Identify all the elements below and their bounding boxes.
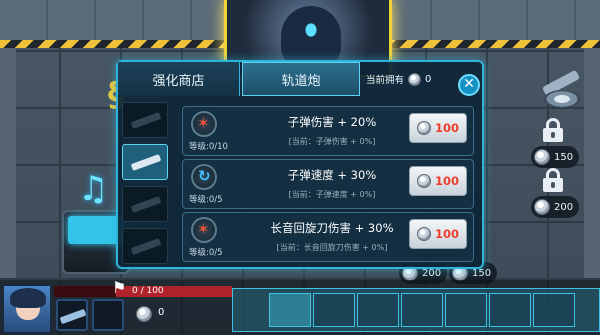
bullet-speed-icon: ↻ <box>191 164 217 190</box>
tab-railgun[interactable]: 轨道炮 <box>242 62 360 96</box>
flag-icon: ⚑ <box>112 278 127 297</box>
coin-icon <box>408 72 422 86</box>
coin-icon <box>534 199 550 215</box>
railgun-icon <box>59 308 87 325</box>
music-note-icon: ♫ <box>78 169 109 209</box>
owned-currency: 当前拥有 0 <box>366 72 432 86</box>
skill-slot[interactable] <box>445 293 487 327</box>
close-button[interactable]: ✕ <box>458 74 480 96</box>
upgrade-row-bullet-speed: ↻ 等级:0/5 子弹速度 + 30% [当前：子弹速度 + 0%] 100 <box>182 159 474 209</box>
shop-tab-bar: 强化商店 轨道炮 当前拥有 0 ✕ <box>118 62 482 98</box>
buy-button[interactable]: 100 <box>409 219 467 249</box>
turret-cost-1[interactable]: 150 <box>531 146 580 168</box>
skill-slot[interactable] <box>489 293 531 327</box>
skill-slot[interactable] <box>357 293 399 327</box>
turret-cost-2[interactable]: 200 <box>531 196 580 218</box>
coin-count: 0 <box>158 307 165 318</box>
upgrade-shop-panel: 强化商店 轨道炮 当前拥有 0 ✕ ✶ 等级:0/10 子弹伤害 + 20% [… <box>116 60 484 269</box>
player-avatar[interactable] <box>2 284 52 334</box>
skill-slot[interactable] <box>533 293 575 327</box>
weapon-item-3[interactable] <box>122 186 168 222</box>
weapon-slot-1[interactable] <box>56 299 88 331</box>
hp-text: 0 / 100 <box>132 286 164 296</box>
weapon-item-4[interactable] <box>122 228 168 264</box>
skill-bar <box>232 288 600 332</box>
upgrade-row-bullet-damage: ✶ 等级:0/10 子弹伤害 + 20% [当前：子弹伤害 + 0%] 100 <box>182 106 474 156</box>
tab-upgrade-shop[interactable]: 强化商店 <box>118 62 240 96</box>
weapon-slot-2[interactable] <box>92 299 124 331</box>
upgrade-row-boomerang-blade: ✶ 等级:0/5 长音回旋刀伤害 + 30% [当前：长音回旋刀伤害 + 0%]… <box>182 212 474 262</box>
railgun-icon <box>130 154 162 171</box>
left-pipe <box>0 48 16 278</box>
hp-fill <box>54 286 117 297</box>
bullet-damage-icon: ✶ <box>191 111 217 137</box>
skill-slot[interactable] <box>269 293 311 327</box>
buy-button[interactable]: 100 <box>409 113 467 143</box>
buy-button[interactable]: 100 <box>409 166 467 196</box>
weapon-icon <box>130 196 162 213</box>
coin-icon <box>136 306 152 322</box>
lock-icon <box>541 168 565 192</box>
boomerang-blade-icon: ✶ <box>191 217 217 243</box>
coin-icon <box>534 149 550 165</box>
right-pipe <box>584 48 600 278</box>
weapon-icon <box>130 112 162 129</box>
weapon-item-railgun[interactable] <box>122 144 168 180</box>
lock-icon <box>541 118 565 142</box>
close-icon: ✕ <box>463 76 475 92</box>
weapon-icon <box>130 238 162 255</box>
coin-icon <box>416 174 431 188</box>
skill-slot[interactable] <box>313 293 355 327</box>
skill-slot[interactable] <box>401 293 443 327</box>
weapon-side-list <box>122 102 168 268</box>
spaceship <box>281 6 341 66</box>
coin-icon <box>416 227 431 241</box>
coin-icon <box>416 121 431 135</box>
weapon-item-1[interactable] <box>122 102 168 138</box>
turret-icon[interactable] <box>536 69 584 110</box>
